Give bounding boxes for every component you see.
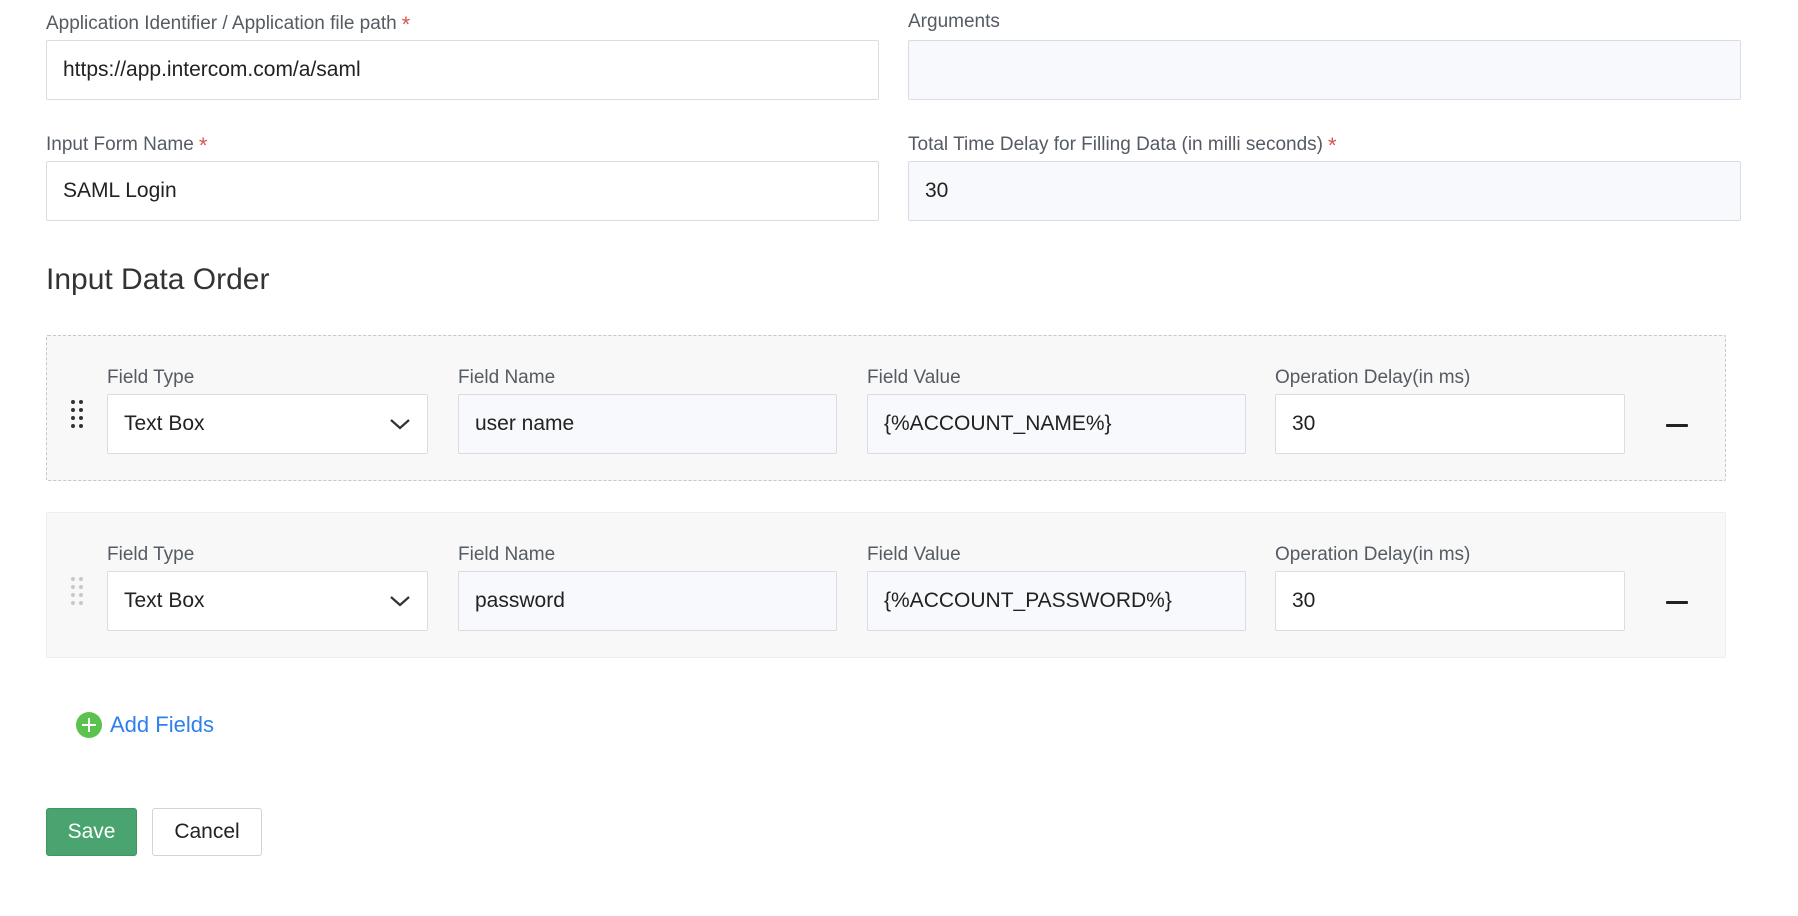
plus-circle-icon[interactable] bbox=[76, 712, 102, 738]
total-time-delay-label-text: Total Time Delay for Filling Data (in mi… bbox=[908, 134, 1323, 155]
input-form-name-label-text: Input Form Name bbox=[46, 134, 194, 155]
arguments-label: Arguments bbox=[908, 11, 1000, 33]
chevron-down-icon bbox=[390, 419, 410, 430]
field-type-label: Field Type bbox=[107, 367, 195, 388]
field-name-input[interactable]: password bbox=[458, 571, 837, 631]
chevron-down-icon bbox=[390, 596, 410, 607]
total-time-delay-input[interactable]: 30 bbox=[908, 161, 1741, 221]
section-title: Input Data Order bbox=[46, 263, 270, 296]
operation-delay-value: 30 bbox=[1292, 589, 1316, 612]
operation-delay-input[interactable]: 30 bbox=[1275, 394, 1625, 454]
drag-handle-icon[interactable] bbox=[71, 400, 85, 428]
minus-icon[interactable] bbox=[1666, 601, 1688, 604]
add-fields-link[interactable]: Add Fields bbox=[76, 712, 214, 738]
arguments-input[interactable] bbox=[908, 40, 1741, 100]
field-value-label: Field Value bbox=[867, 544, 961, 565]
field-type-label: Field Type bbox=[107, 544, 195, 565]
add-fields-text[interactable]: Add Fields bbox=[110, 712, 214, 738]
operation-delay-input[interactable]: 30 bbox=[1275, 571, 1625, 631]
total-time-delay-value: 30 bbox=[925, 179, 949, 202]
save-button[interactable]: Save bbox=[46, 808, 137, 856]
field-type-select[interactable]: Text Box bbox=[107, 571, 428, 631]
field-name-label: Field Name bbox=[458, 544, 556, 565]
input-form-name-value: SAML Login bbox=[63, 179, 177, 202]
application-form-page: Application Identifier / Application fil… bbox=[0, 0, 1798, 916]
field-type-select[interactable]: Text Box bbox=[107, 394, 428, 454]
field-value-input[interactable]: {%ACCOUNT_NAME%} bbox=[867, 394, 1246, 454]
required-mark: * bbox=[198, 133, 208, 158]
minus-icon[interactable] bbox=[1666, 424, 1688, 427]
input-row[interactable]: Field Type Text Box Field Name user name… bbox=[46, 335, 1726, 481]
required-mark: * bbox=[401, 12, 411, 37]
field-value-value: {%ACCOUNT_PASSWORD%} bbox=[884, 589, 1172, 612]
operation-delay-label: Operation Delay(in ms) bbox=[1275, 544, 1471, 565]
field-name-input[interactable]: user name bbox=[458, 394, 837, 454]
field-name-value: password bbox=[475, 589, 565, 612]
input-form-name-input[interactable]: SAML Login bbox=[46, 161, 879, 221]
total-time-delay-label: Total Time Delay for Filling Data (in mi… bbox=[908, 132, 1337, 158]
input-form-name-label: Input Form Name * bbox=[46, 132, 208, 158]
field-name-label: Field Name bbox=[458, 367, 556, 388]
field-type-value: Text Box bbox=[124, 589, 205, 612]
app-identifier-input[interactable]: https://app.intercom.com/a/saml bbox=[46, 40, 879, 100]
required-mark: * bbox=[1327, 133, 1337, 158]
input-row[interactable]: Field Type Text Box Field Name password … bbox=[46, 512, 1726, 658]
operation-delay-value: 30 bbox=[1292, 412, 1316, 435]
field-name-value: user name bbox=[475, 412, 575, 435]
arguments-label-text: Arguments bbox=[908, 11, 1000, 32]
app-identifier-value: https://app.intercom.com/a/saml bbox=[63, 58, 361, 81]
drag-handle-icon[interactable] bbox=[71, 577, 85, 605]
cancel-button[interactable]: Cancel bbox=[152, 808, 262, 856]
app-identifier-label: Application Identifier / Application fil… bbox=[46, 11, 411, 37]
app-identifier-label-text: Application Identifier / Application fil… bbox=[46, 13, 397, 34]
operation-delay-label: Operation Delay(in ms) bbox=[1275, 367, 1471, 388]
field-value-value: {%ACCOUNT_NAME%} bbox=[884, 412, 1112, 435]
field-value-input[interactable]: {%ACCOUNT_PASSWORD%} bbox=[867, 571, 1246, 631]
field-type-value: Text Box bbox=[124, 412, 205, 435]
field-value-label: Field Value bbox=[867, 367, 961, 388]
